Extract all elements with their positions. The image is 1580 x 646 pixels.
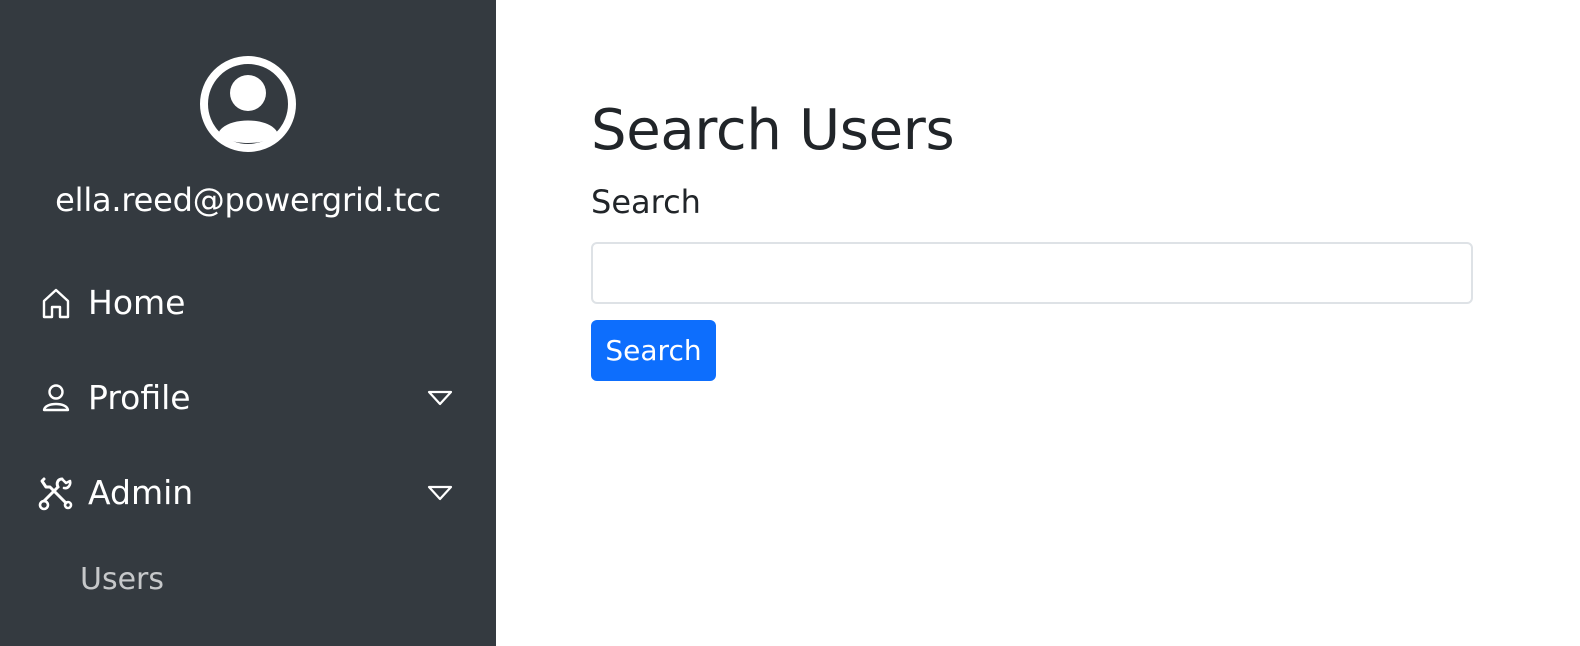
sidebar-item-home[interactable]: Home (0, 273, 496, 333)
sidebar-subitem-users[interactable]: Users (80, 558, 164, 602)
user-email: ella.reed@powergrid.tcc (55, 181, 441, 219)
search-button[interactable]: Search (591, 320, 716, 381)
search-label: Search (591, 183, 701, 221)
tools-icon (38, 475, 74, 511)
main-content: Search Users Search Search (496, 0, 1580, 646)
sidebar-item-admin[interactable]: Admin (0, 463, 496, 523)
sidebar-item-label: Profile (88, 378, 191, 417)
sidebar: ella.reed@powergrid.tcc Home Profile Adm… (0, 0, 496, 646)
person-circle-icon (200, 56, 296, 152)
sidebar-item-label: Admin (88, 473, 194, 512)
search-input[interactable] (591, 242, 1473, 304)
house-icon (38, 285, 74, 321)
page-title: Search Users (591, 98, 955, 163)
app-root: ella.reed@powergrid.tcc Home Profile Adm… (0, 0, 1580, 646)
chevron-down-icon[interactable] (426, 483, 454, 503)
chevron-down-icon[interactable] (426, 388, 454, 408)
sidebar-item-label: Home (88, 283, 186, 322)
person-icon (38, 380, 74, 416)
sidebar-item-profile[interactable]: Profile (0, 368, 496, 428)
